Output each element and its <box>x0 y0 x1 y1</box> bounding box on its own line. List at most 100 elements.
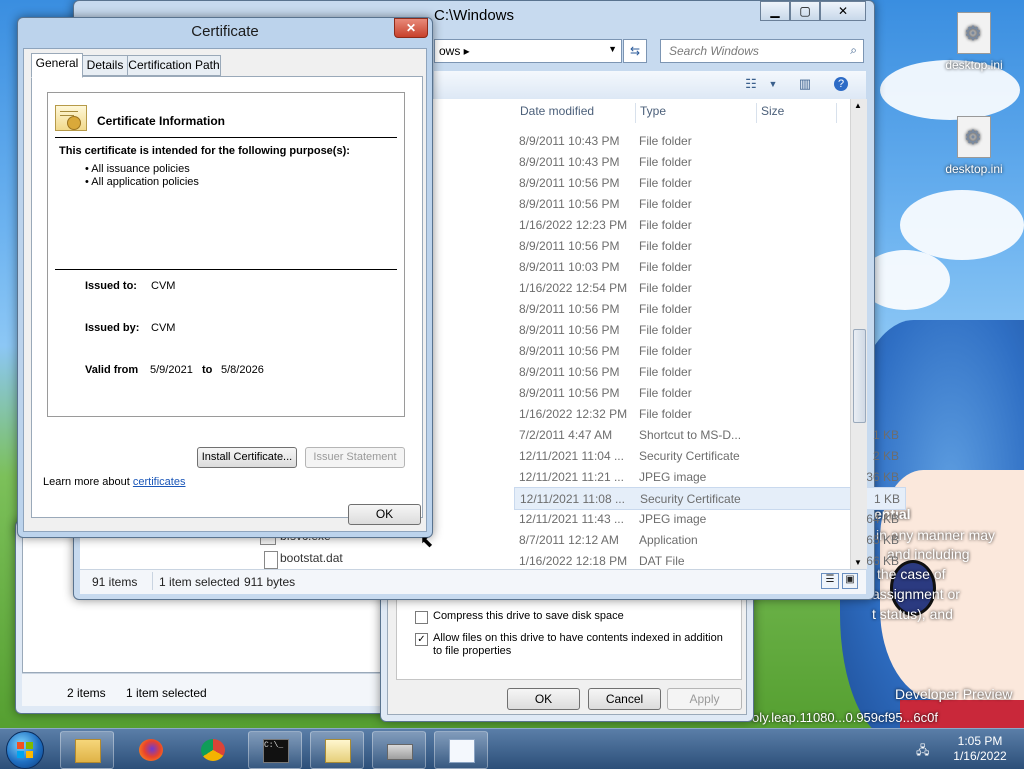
system-clock[interactable]: 1:05 PM 1/16/2022 <box>940 734 1020 764</box>
tab-general[interactable]: General <box>31 53 83 78</box>
file-row[interactable]: 1/16/2022 12:18 PM DAT File 66 KB <box>514 550 904 571</box>
overlay-text: t status), and <box>872 606 953 622</box>
scroll-down-icon[interactable]: ▼ <box>854 558 862 567</box>
file-date: 8/9/2011 10:43 PM <box>519 134 620 148</box>
close-button[interactable]: ✕ <box>394 18 428 38</box>
compress-drive-checkbox[interactable] <box>415 611 428 624</box>
preview-pane-icon[interactable]: ▥ <box>796 76 814 92</box>
ok-button[interactable]: OK <box>507 688 580 710</box>
file-row[interactable]: 8/9/2011 10:56 PM File folder <box>514 193 904 214</box>
refresh-button[interactable]: ⇆ <box>623 39 647 63</box>
cancel-button[interactable]: Cancel <box>588 688 661 710</box>
file-date: 12/11/2021 11:04 ... <box>519 449 624 463</box>
file-row[interactable]: 12/11/2021 11:08 ... Security Certificate… <box>514 487 906 510</box>
chrome-icon <box>201 739 225 761</box>
vertical-scrollbar[interactable]: ▲ ▼ <box>850 99 867 569</box>
column-separator[interactable] <box>635 103 636 123</box>
search-input[interactable]: Search Windows ⌕ <box>660 39 864 63</box>
taskbar-explorer-button[interactable] <box>60 731 114 769</box>
divider <box>55 269 397 270</box>
item-count: 2 items <box>67 686 106 700</box>
file-name[interactable]: bootstat.dat <box>280 551 343 565</box>
file-row[interactable]: 8/9/2011 10:43 PM File folder <box>514 151 904 172</box>
file-row[interactable]: 1/16/2022 12:32 PM File folder <box>514 403 904 424</box>
desktop-icon-desktop-ini[interactable]: desktop.ini <box>934 116 1014 176</box>
file-row[interactable]: 8/9/2011 10:56 PM File folder <box>514 172 904 193</box>
file-date: 1/16/2022 12:32 PM <box>519 407 628 421</box>
taskbar-certificate-manager-button[interactable] <box>310 731 364 769</box>
install-certificate-button[interactable]: Install Certificate... <box>197 447 297 468</box>
file-row[interactable]: 8/9/2011 10:56 PM File folder <box>514 298 904 319</box>
ok-button[interactable]: OK <box>348 504 421 525</box>
file-row[interactable]: 8/9/2011 10:56 PM File folder <box>514 361 904 382</box>
file-row[interactable]: 1/16/2022 12:23 PM File folder <box>514 214 904 235</box>
chevron-down-icon[interactable]: ▼ <box>608 44 617 54</box>
close-button[interactable]: ✕ <box>820 1 866 21</box>
view-options-icon[interactable]: ☷ <box>742 76 760 92</box>
file-row[interactable]: 8/9/2011 10:43 PM File folder <box>514 130 904 151</box>
desktop-icon-desktop-ini[interactable]: desktop.ini <box>934 12 1014 72</box>
taskbar-firefox-button[interactable] <box>124 731 178 769</box>
details-view-icon[interactable]: ☰ <box>821 573 839 589</box>
index-contents-checkbox[interactable]: ✓ <box>415 633 428 646</box>
column-header-type[interactable]: Type <box>640 104 666 118</box>
chevron-down-icon[interactable]: ▼ <box>764 76 782 92</box>
cloud <box>900 190 1024 260</box>
file-row[interactable]: 8/9/2011 10:03 PM File folder <box>514 256 904 277</box>
file-date: 8/9/2011 10:56 PM <box>519 302 620 316</box>
file-type: File folder <box>639 155 692 169</box>
network-icon[interactable]: 🖧 <box>916 741 930 757</box>
certificate-dialog[interactable]: Certificate ✕ General Details Certificat… <box>17 17 433 538</box>
column-header-size[interactable]: Size <box>761 104 784 118</box>
file-icon <box>264 551 278 569</box>
settings-file-icon <box>957 116 991 158</box>
minimize-button[interactable]: ▁ <box>760 1 790 21</box>
certificates-link[interactable]: certificates <box>133 476 186 488</box>
tab-details[interactable]: Details <box>82 55 128 76</box>
tab-certification-path[interactable]: Certification Path <box>127 55 221 76</box>
file-size: 1 KB <box>872 428 899 442</box>
taskbar-chrome-button[interactable] <box>186 731 240 769</box>
dialog-title: Certificate <box>191 23 259 40</box>
file-date: 7/2/2011 4:47 AM <box>519 428 613 442</box>
file-date: 8/9/2011 10:56 PM <box>519 344 620 358</box>
file-type: Shortcut to MS-D... <box>639 428 742 442</box>
file-type: File folder <box>639 365 692 379</box>
file-row[interactable]: 1/16/2022 12:54 PM File folder <box>514 277 904 298</box>
apply-button[interactable]: Apply <box>667 688 742 710</box>
file-row[interactable]: 12/11/2021 11:04 ... Security Certificate… <box>514 445 904 466</box>
file-row[interactable]: 12/11/2021 11:21 ... JPEG image 236 KB <box>514 466 904 487</box>
help-icon[interactable]: ? <box>834 77 848 91</box>
file-row[interactable]: 8/9/2011 10:56 PM File folder <box>514 382 904 403</box>
taskbar-certificate-button[interactable] <box>434 731 488 769</box>
file-row[interactable]: 8/9/2011 10:56 PM File folder <box>514 340 904 361</box>
file-date: 1/16/2022 12:23 PM <box>519 218 628 232</box>
scroll-up-icon[interactable]: ▲ <box>854 101 862 110</box>
column-header-date[interactable]: Date modified <box>520 104 594 118</box>
taskbar-command-prompt-button[interactable]: C:\_ <box>248 731 302 769</box>
maximize-button[interactable]: ▢ <box>790 1 820 21</box>
address-bar[interactable]: ows ▸ ▼ <box>434 39 622 63</box>
file-row[interactable]: 7/2/2011 4:47 AM Shortcut to MS-D... 1 KB <box>514 424 904 445</box>
file-row[interactable]: 8/9/2011 10:56 PM File folder <box>514 319 904 340</box>
taskbar-drive-properties-button[interactable] <box>372 731 426 769</box>
large-icons-view-icon[interactable]: ▣ <box>842 573 858 589</box>
start-button[interactable] <box>6 731 44 769</box>
drive-properties-window[interactable]: Compress this drive to save disk space ✓… <box>380 590 754 722</box>
search-placeholder: Search Windows <box>669 44 759 58</box>
certificate-info-heading: Certificate Information <box>97 114 226 128</box>
file-type: File folder <box>639 197 692 211</box>
clock-time: 1:05 PM <box>957 734 1003 748</box>
item-count: 91 items <box>92 575 138 589</box>
command-prompt-icon: C:\_ <box>263 739 289 763</box>
column-separator[interactable] <box>836 103 837 123</box>
column-separator[interactable] <box>756 103 757 123</box>
issued-by-label: Issued by: <box>85 322 140 334</box>
file-row[interactable]: 8/7/2011 12:12 AM Application 65 KB <box>514 529 904 550</box>
file-row[interactable]: 8/9/2011 10:56 PM File folder <box>514 235 904 256</box>
file-row[interactable]: 12/11/2021 11:43 ... JPEG image 164 KB <box>514 508 904 529</box>
issuer-statement-button[interactable]: Issuer Statement <box>305 447 405 468</box>
file-type: Security Certificate <box>640 492 741 506</box>
valid-from-label: Valid from <box>85 364 139 376</box>
scrollbar-thumb[interactable] <box>853 329 866 423</box>
